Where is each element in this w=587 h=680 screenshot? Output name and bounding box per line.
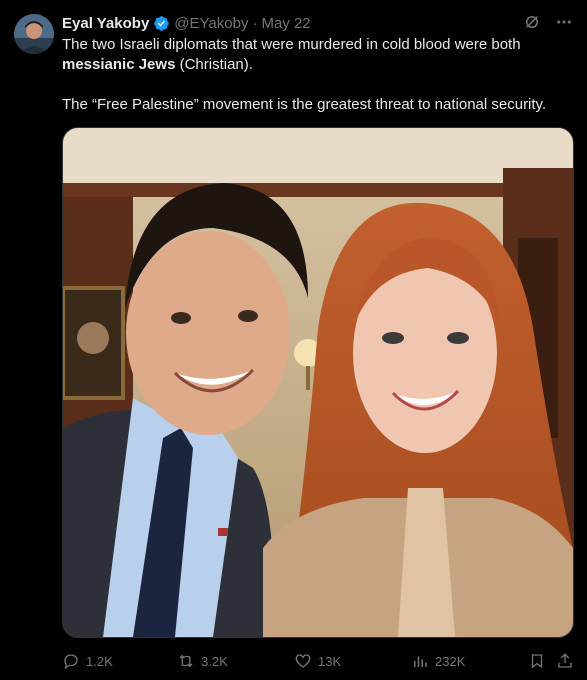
tweet-text-1a: The two Israeli diplomats that were murd… (62, 36, 521, 53)
tweet-photo[interactable] (62, 127, 574, 638)
grok-icon[interactable] (523, 13, 541, 31)
author-handle[interactable]: @EYakoby (174, 15, 248, 32)
views-count: 232K (435, 653, 466, 669)
repost-count: 3.2K (201, 653, 228, 669)
views-chart-icon (411, 652, 429, 670)
tweet-text-paragraph-2: The “Free Palestine” movement is the gre… (62, 96, 547, 113)
repost-icon (177, 652, 195, 670)
like-count: 13K (318, 653, 342, 669)
tweet-text-1b: (Christian). (175, 56, 253, 73)
verified-badge-icon (153, 15, 170, 32)
bookmark-button[interactable] (528, 652, 546, 670)
views-button[interactable]: 232K (411, 652, 465, 670)
tweet-text-paragraph-1: The two Israeli diplomats that were murd… (62, 35, 567, 75)
tweet: Eyal Yakoby @EYakoby · May 22 The two Is… (0, 0, 587, 680)
share-button[interactable] (556, 652, 574, 670)
tweet-text-bold: messianic Jews (62, 56, 176, 73)
author-name[interactable]: Eyal Yakoby (62, 15, 149, 32)
reply-icon (62, 652, 80, 670)
tweet-top-icons (523, 13, 573, 31)
tweet-header: Eyal Yakoby @EYakoby · May 22 (62, 13, 311, 33)
reply-button[interactable]: 1.2K (62, 652, 113, 670)
reply-count: 1.2K (86, 653, 113, 669)
tweet-text: The two Israeli diplomats that were murd… (62, 35, 567, 115)
separator-dot: · (252, 14, 258, 32)
like-button[interactable]: 13K (294, 652, 341, 670)
tweet-timestamp[interactable]: May 22 (261, 15, 310, 32)
more-icon[interactable] (555, 13, 573, 31)
author-avatar[interactable] (14, 14, 54, 54)
share-icon (556, 652, 574, 670)
bookmark-icon (528, 652, 546, 670)
heart-icon (294, 652, 312, 670)
tweet-actions: 1.2K 3.2K 13K 232K (62, 650, 574, 672)
repost-button[interactable]: 3.2K (177, 652, 228, 670)
